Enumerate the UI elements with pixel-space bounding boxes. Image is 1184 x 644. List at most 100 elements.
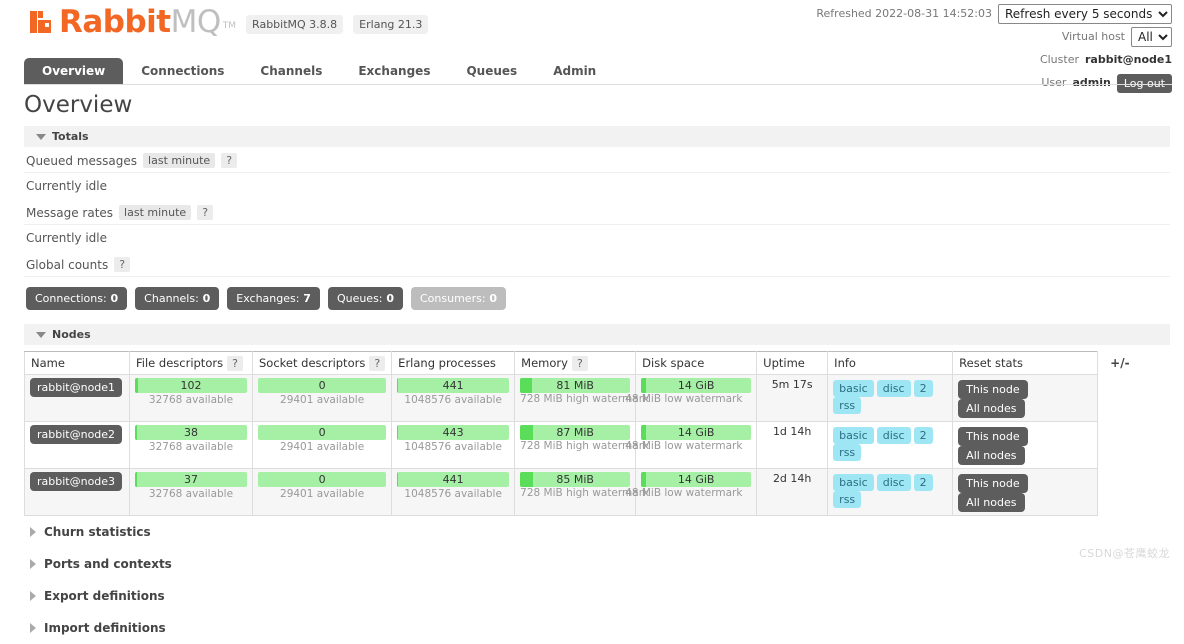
- rabbitmq-logo-icon: [30, 9, 56, 35]
- nodes-table-container: Name File descriptors? Socket descriptors?…: [24, 351, 1170, 516]
- count-badge-connections[interactable]: Connections: 0: [26, 287, 128, 310]
- gauge-value: 37: [184, 473, 198, 486]
- page-title: Overview: [24, 92, 133, 118]
- info-badge-disc[interactable]: disc: [876, 380, 911, 397]
- erlang-version-badge: Erlang 21.3: [353, 15, 429, 34]
- tab-channels[interactable]: Channels: [242, 58, 340, 84]
- brand-logo[interactable]: Rabbit MQ TM RabbitMQ 3.8.8 Erlang 21.3: [30, 6, 429, 38]
- reset-this-node-button[interactable]: This node: [958, 427, 1028, 446]
- section-import-definitions[interactable]: Import definitions: [24, 612, 1170, 644]
- cell-spacer: [1098, 375, 1142, 422]
- node-name-link[interactable]: rabbit@node3: [30, 472, 123, 491]
- queued-messages-help-icon[interactable]: ?: [221, 153, 238, 168]
- info-badge-rss[interactable]: rss: [833, 444, 862, 461]
- main-content: Overview Totals Queued messages last min…: [24, 92, 1170, 644]
- gauge-value: 85 MiB: [556, 473, 594, 486]
- gauge-disk-space: 14 GiB: [641, 425, 752, 440]
- info-badge-basic[interactable]: basic: [833, 427, 874, 444]
- column-header-label: Erlang processes: [398, 356, 496, 370]
- count-badge-exchanges[interactable]: Exchanges: 7: [227, 287, 320, 310]
- count-badge-queues[interactable]: Queues: 0: [327, 287, 403, 310]
- toggle-columns-button[interactable]: +/-: [1104, 352, 1135, 374]
- column-header-reset-stats[interactable]: Reset stats: [952, 351, 1099, 375]
- node-name-link[interactable]: rabbit@node1: [30, 378, 123, 397]
- section-ports-and-contexts[interactable]: Ports and contexts: [24, 548, 1170, 580]
- column-header-file-descriptors[interactable]: File descriptors?: [129, 351, 253, 375]
- column-header-info[interactable]: Info: [827, 351, 954, 375]
- info-badge-2[interactable]: 2: [913, 427, 933, 444]
- info-badge-rss[interactable]: rss: [833, 397, 862, 414]
- column-header-name[interactable]: Name: [24, 351, 130, 375]
- nodes-table-body: rabbit@node1 102 32768 available 0 29401 ava…: [24, 374, 1143, 516]
- gauge-sublabel: 48 MiB low watermark: [625, 487, 751, 500]
- nodes-table: Name File descriptors? Socket descriptors?…: [24, 351, 1143, 516]
- gauge-sublabel: 32768 available: [148, 488, 234, 500]
- toggle-columns-header: +/-: [1098, 352, 1142, 375]
- reset-this-node-button[interactable]: This node: [958, 474, 1028, 493]
- column-header-label: Info: [834, 356, 856, 370]
- info-badge-disc[interactable]: disc: [876, 474, 911, 491]
- cell-disk-space: 14 GiB 48 MiB low watermark: [625, 421, 758, 469]
- info-badge-basic[interactable]: basic: [833, 380, 874, 397]
- column-help-icon[interactable]: ?: [571, 356, 588, 371]
- app-header: Rabbit MQ TM RabbitMQ 3.8.8 Erlang 21.3 R…: [0, 0, 1184, 93]
- reset-all-nodes-button[interactable]: All nodes: [958, 493, 1025, 512]
- cell-socket-descriptors: 0 29401 available: [251, 468, 393, 516]
- column-header-socket-descriptors[interactable]: Socket descriptors?: [251, 351, 393, 375]
- tab-connections[interactable]: Connections: [123, 58, 242, 84]
- queued-messages-row: Queued messages last minute ?: [24, 147, 1170, 173]
- section-export-definitions[interactable]: Export definitions: [24, 580, 1170, 612]
- gauge-value: 102: [180, 379, 202, 392]
- count-badge-label: Queues:: [336, 292, 383, 305]
- gauge-value: 38: [184, 426, 198, 439]
- info-badge-disc[interactable]: disc: [876, 427, 911, 444]
- totals-section-header[interactable]: Totals: [24, 126, 1170, 147]
- cell-reset-stats: This nodeAll nodes: [952, 374, 1099, 422]
- tab-admin[interactable]: Admin: [535, 58, 614, 84]
- gauge-value: 441: [442, 379, 464, 392]
- cell-socket-descriptors: 0 29401 available: [251, 421, 393, 469]
- info-badge-rss[interactable]: rss: [833, 491, 862, 508]
- message-rates-period-button[interactable]: last minute: [119, 205, 192, 220]
- count-badge-label: Consumers:: [420, 292, 486, 305]
- info-badge-2[interactable]: 2: [913, 474, 933, 491]
- reset-this-node-button[interactable]: This node: [958, 380, 1028, 399]
- section-label: Import definitions: [44, 621, 166, 635]
- gauge-sublabel: 32768 available: [148, 394, 234, 406]
- column-header-disk-space[interactable]: Disk space: [635, 351, 758, 375]
- gauge-erlang-processes: 441: [397, 472, 510, 487]
- column-help-icon[interactable]: ?: [369, 356, 386, 371]
- caret-down-icon: [36, 331, 46, 338]
- info-badge-basic[interactable]: basic: [833, 474, 874, 491]
- node-name-link[interactable]: rabbit@node2: [30, 425, 123, 444]
- gauge-sublabel: 48 MiB low watermark: [625, 440, 751, 453]
- tab-exchanges[interactable]: Exchanges: [340, 58, 448, 84]
- global-counts-help-icon[interactable]: ?: [114, 257, 131, 272]
- rabbitmq-version-badge: RabbitMQ 3.8.8: [246, 15, 344, 34]
- section-churn-statistics[interactable]: Churn statistics: [24, 516, 1170, 548]
- column-header-memory[interactable]: Memory?: [514, 351, 637, 375]
- column-header-uptime[interactable]: Uptime: [756, 351, 829, 375]
- tab-overview[interactable]: Overview: [24, 58, 124, 84]
- refresh-interval-select[interactable]: Refresh every 5 seconds: [998, 4, 1172, 24]
- column-header-label: Reset stats: [959, 356, 1024, 370]
- gauge-value: 14 GiB: [677, 473, 715, 486]
- column-header-erlang-processes[interactable]: Erlang processes: [391, 351, 516, 375]
- message-rates-help-icon[interactable]: ?: [197, 205, 214, 220]
- virtual-host-select[interactable]: All: [1131, 27, 1172, 47]
- count-badge-channels[interactable]: Channels: 0: [135, 287, 220, 310]
- count-badge-label: Exchanges:: [236, 292, 300, 305]
- queued-messages-period-button[interactable]: last minute: [143, 153, 216, 168]
- tab-queues[interactable]: Queues: [448, 58, 535, 84]
- column-help-icon[interactable]: ?: [227, 356, 243, 371]
- gauge-socket-descriptors: 0: [258, 472, 387, 487]
- cell-uptime: 5m 17s: [756, 374, 829, 422]
- reset-all-nodes-button[interactable]: All nodes: [958, 446, 1025, 465]
- nodes-section-header[interactable]: Nodes: [24, 324, 1170, 345]
- message-rates-row: Message rates last minute ?: [24, 199, 1170, 225]
- info-badge-2[interactable]: 2: [913, 380, 933, 397]
- column-header-label: Socket descriptors: [259, 356, 366, 370]
- gauge-file-descriptors: 38: [135, 425, 247, 440]
- reset-all-nodes-button[interactable]: All nodes: [958, 399, 1025, 418]
- cell-file-descriptors: 38 32768 available: [129, 421, 253, 469]
